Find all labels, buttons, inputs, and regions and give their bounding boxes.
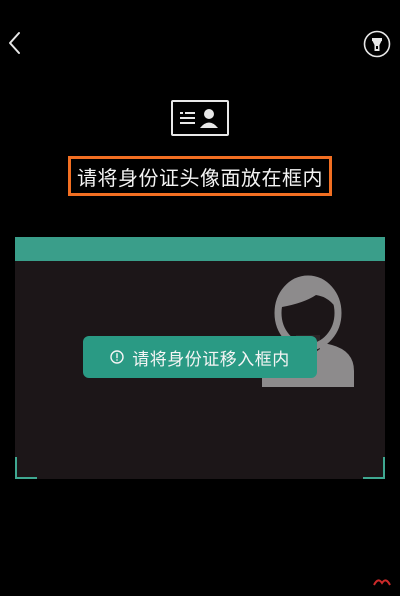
corner-bottom-right xyxy=(363,457,385,479)
instruction-highlight: 请将身份证头像面放在框内 xyxy=(68,156,332,196)
scan-frame: 请将身份证移入框内 xyxy=(15,237,385,479)
alert-circle-icon xyxy=(110,350,124,364)
toast-text: 请将身份证移入框内 xyxy=(132,349,290,370)
flashlight-button[interactable] xyxy=(363,30,391,58)
chevron-left-icon xyxy=(9,32,20,54)
corner-bottom-left xyxy=(15,457,37,479)
id-card-icon xyxy=(171,100,229,140)
toast-message: 请将身份证移入框内 xyxy=(83,336,317,378)
back-button[interactable] xyxy=(4,28,26,58)
scan-line xyxy=(15,237,385,261)
flashlight-icon xyxy=(363,30,391,58)
instruction-text: 请将身份证头像面放在框内 xyxy=(77,165,323,190)
watermark-logo xyxy=(372,574,392,588)
